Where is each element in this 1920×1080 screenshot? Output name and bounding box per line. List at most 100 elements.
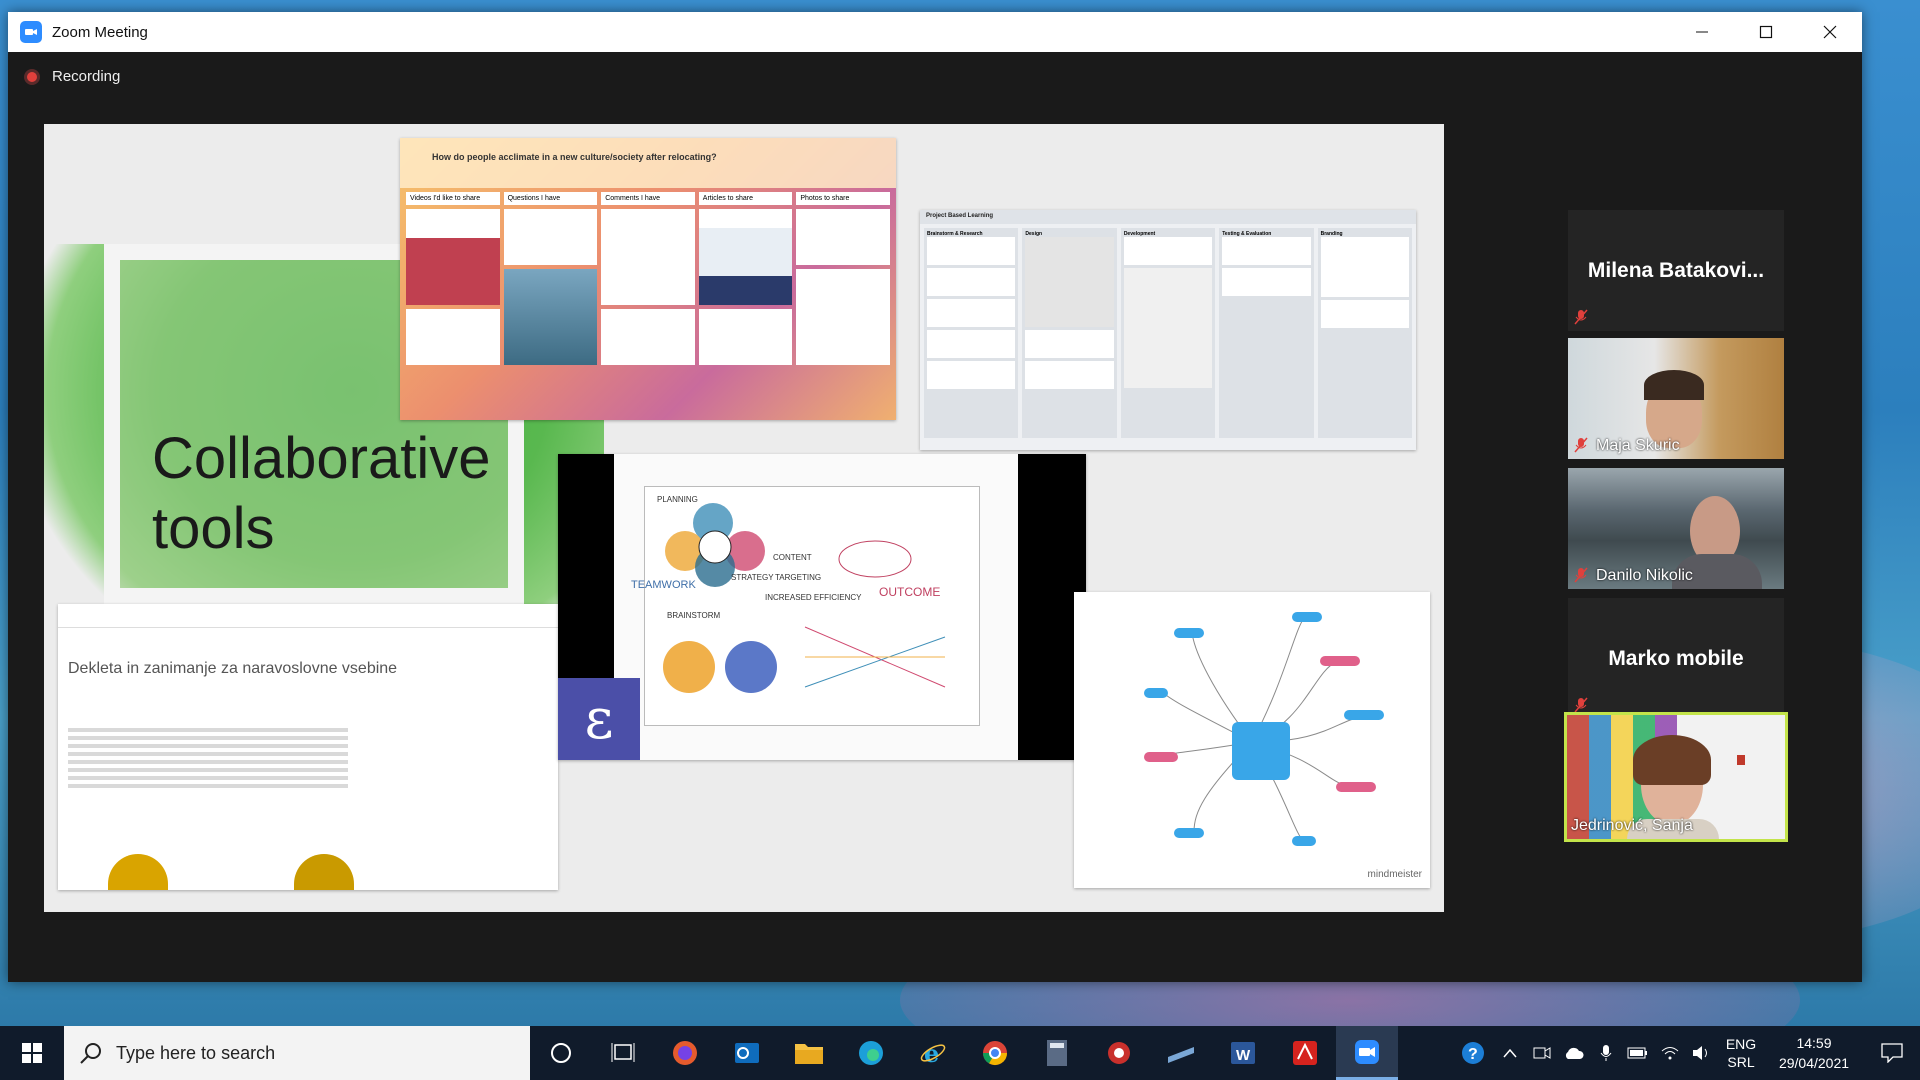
whiteboard-canvas: TEAMWORK STRATEGY TARGETING OUTCOME BRAI… [614, 454, 1018, 760]
taskbar-outlook[interactable] [716, 1026, 778, 1080]
taskbar-acrobat[interactable] [1274, 1026, 1336, 1080]
cortana-button[interactable] [530, 1026, 592, 1080]
show-hidden-icons-button[interactable] [1494, 1048, 1526, 1058]
trello-card [1320, 300, 1410, 328]
mindmap-node [1344, 710, 1384, 720]
window-title: Zoom Meeting [52, 23, 148, 41]
title-bar[interactable]: Zoom Meeting [8, 12, 1862, 52]
padlet-column: Questions I have [503, 192, 598, 369]
taskbar-clock[interactable]: 14:59 29/04/2021 [1764, 1033, 1864, 1073]
svg-text:?: ? [1468, 1046, 1478, 1063]
participant-name: Marko mobile [1608, 646, 1744, 670]
taskbar-word[interactable]: W [1212, 1026, 1274, 1080]
participant-name: Danilo Nikolic [1596, 567, 1693, 584]
window-controls [1670, 12, 1862, 52]
participant-tile[interactable]: Milena Batakovi... [1568, 210, 1784, 331]
help-button[interactable]: ? [1452, 1040, 1494, 1066]
padlet-card [601, 309, 695, 365]
close-button[interactable] [1798, 12, 1862, 52]
language-line1: ENG [1725, 1036, 1757, 1052]
internet-explorer-icon: e [920, 1039, 946, 1067]
mindmap-screenshot: mindmeister [1074, 592, 1430, 888]
padlet-question: How do people acclimate in a new culture… [400, 138, 896, 188]
padlet-column: Comments I have [601, 192, 695, 369]
padlet-card [503, 209, 598, 265]
tray-volume[interactable] [1686, 1045, 1718, 1061]
battery-icon [1627, 1047, 1647, 1059]
firefox-icon [673, 1041, 697, 1065]
notifications-icon [1881, 1043, 1903, 1063]
participant-name: Milena Batakovi... [1587, 258, 1765, 282]
chevron-up-icon [1503, 1048, 1517, 1058]
mic-muted-icon [1574, 567, 1588, 583]
participant-tile[interactable]: Danilo Nikolic [1568, 468, 1784, 589]
padlet-columns: Videos I'd like to share Questions I hav… [400, 188, 896, 373]
taskbar-chrome[interactable] [964, 1026, 1026, 1080]
taskbar-search-box[interactable]: Type here to search [64, 1026, 530, 1080]
mindmap-node [1292, 836, 1316, 846]
padlet-card [698, 309, 793, 365]
cloud-icon [1565, 1047, 1584, 1059]
input-language[interactable]: ENG SRL [1718, 1035, 1764, 1071]
whiteboard-screenshot: TEAMWORK STRATEGY TARGETING OUTCOME BRAI… [558, 454, 1086, 760]
sketch-word: BRAINSTORM [667, 611, 721, 620]
taskbar-file-explorer[interactable] [778, 1026, 840, 1080]
windows-logo-icon [22, 1043, 42, 1063]
padlet-column: Photos to share [796, 192, 890, 369]
calculator-icon [1047, 1040, 1067, 1066]
padlet-card [406, 309, 500, 365]
tray-camera[interactable] [1526, 1045, 1558, 1061]
participant-tile-active-speaker[interactable]: Jedrinović, Sanja [1564, 712, 1788, 842]
tray-wifi[interactable] [1654, 1045, 1686, 1061]
document-toolbar [58, 604, 558, 628]
trello-card [1320, 237, 1410, 297]
participant-tile[interactable]: Marko mobile [1568, 598, 1784, 719]
recording-indicator[interactable]: Recording [24, 68, 120, 85]
svg-text:W: W [1236, 1047, 1251, 1064]
sketch-word: OUTCOME [879, 585, 941, 599]
sketch-word: STRATEGY [731, 573, 774, 582]
whiteboard-drawing: TEAMWORK STRATEGY TARGETING OUTCOME BRAI… [631, 486, 980, 726]
taskbar-firefox[interactable] [654, 1026, 716, 1080]
start-button[interactable] [0, 1026, 64, 1080]
trello-screenshot: Project Based Learning Brainstorm & Rese… [920, 210, 1416, 450]
windows-taskbar: Type here to search e W ? ENG SRL 14:59 … [0, 1026, 1920, 1080]
trello-card [1123, 237, 1213, 265]
mindmap-node [1144, 752, 1178, 762]
taskbar-calculator[interactable] [1026, 1026, 1088, 1080]
padlet-card [601, 209, 695, 305]
tray-onedrive[interactable] [1558, 1046, 1590, 1060]
sketch-word: INCREASED EFFICIENCY [765, 593, 862, 602]
mic-muted-icon [1574, 437, 1588, 453]
minimize-button[interactable] [1670, 12, 1734, 52]
search-placeholder: Type here to search [116, 1042, 276, 1063]
taskbar-app-red[interactable] [1088, 1026, 1150, 1080]
edge-icon [859, 1041, 883, 1065]
mindmap-node [1174, 828, 1204, 838]
taskbar-edge[interactable] [840, 1026, 902, 1080]
trello-column: Branding [1317, 228, 1413, 438]
tray-battery[interactable] [1622, 1046, 1654, 1060]
taskbar-internet-explorer[interactable]: e [902, 1026, 964, 1080]
eplus-logo: ε [558, 678, 640, 760]
task-view-button[interactable] [592, 1026, 654, 1080]
cortana-icon [551, 1043, 571, 1063]
sketch-word: CONTENT [773, 553, 812, 562]
zoom-icon [1355, 1039, 1379, 1064]
padlet-column: Articles to share [698, 192, 793, 369]
participant-tile[interactable]: Maja Skuric [1568, 338, 1784, 459]
taskbar-zoom[interactable] [1336, 1026, 1398, 1080]
mindmap-center-node [1232, 722, 1290, 780]
recording-label: Recording [52, 68, 121, 85]
tray-microphone[interactable] [1590, 1044, 1622, 1062]
taskbar-app-blue[interactable] [1150, 1026, 1212, 1080]
app-red-icon [1108, 1042, 1130, 1064]
trello-card [1025, 330, 1114, 358]
help-icon: ? [1462, 1042, 1484, 1064]
trello-card [927, 361, 1016, 389]
padlet-card [796, 269, 890, 365]
app-blue-icon [1168, 1047, 1194, 1063]
action-center-button[interactable] [1864, 1043, 1920, 1063]
maximize-button[interactable] [1734, 12, 1798, 52]
trello-card [1025, 237, 1114, 327]
